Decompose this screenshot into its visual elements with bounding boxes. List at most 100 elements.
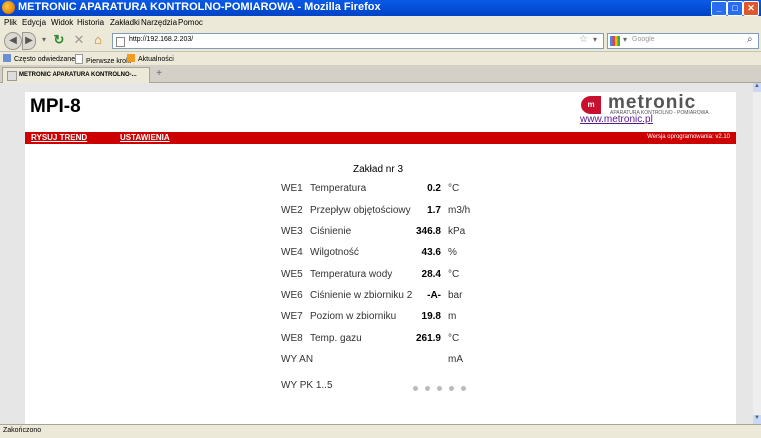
logo-mark: m <box>581 96 601 114</box>
analog-output-row: WY AN mA <box>281 354 581 368</box>
bookmark-label: Często odwiedzane <box>14 56 76 63</box>
bookmark-label: Pierwsze kroki <box>86 58 132 65</box>
channel-name: Temp. gazu <box>310 333 362 344</box>
nav-bar: RYSUJ TREND USTAWIENIA Wersja oprogramow… <box>25 132 736 144</box>
relay-indicator-4 <box>449 386 454 391</box>
maximize-button[interactable]: □ <box>727 1 743 16</box>
channel-unit: m <box>448 311 457 322</box>
menu-item-widok[interactable]: Widok <box>51 18 73 27</box>
channel-unit: bar <box>448 290 463 301</box>
analog-output-label: WY AN <box>281 354 314 365</box>
channel-value: 261.9 <box>415 333 441 344</box>
channel-id: WE5 <box>281 269 303 280</box>
vertical-scrollbar[interactable]: ▲ ▼ <box>753 83 761 424</box>
home-icon[interactable]: ⌂ <box>90 32 106 48</box>
minimize-button[interactable]: _ <box>711 1 727 16</box>
channel-value: 19.8 <box>421 311 441 322</box>
nav-settings-link[interactable]: USTAWIENIA <box>120 133 170 142</box>
window-title: METRONIC APARATURA KONTROLNO-POMIAROWA -… <box>18 1 381 13</box>
search-engine-dropdown-icon[interactable]: ▾ <box>623 35 627 44</box>
input-row: WE3 Ciśnienie 346.8 kPa <box>281 226 581 240</box>
browser-content: MPI-8 m metronic APARATURA KONTROLNO - P… <box>0 83 753 424</box>
forward-arrow-icon: ▶ <box>25 35 33 46</box>
close-button[interactable]: ✕ <box>743 1 759 16</box>
new-tab-button[interactable]: + <box>152 68 166 80</box>
relay-indicator-5 <box>461 386 466 391</box>
relay-indicator-2 <box>425 386 430 391</box>
firefox-icon <box>2 1 15 14</box>
bookmarks-toolbar: Często odwiedzane Pierwsze kroki Aktualn… <box>0 52 761 65</box>
bookmark-frequent[interactable]: Często odwiedzane <box>3 54 75 63</box>
input-row: WE6 Ciśnienie w zbiorniku 2 -A- bar <box>281 290 581 304</box>
status-text: Zakończono <box>3 427 42 434</box>
navigation-toolbar: ◀ ▶ ▾ ↻ ✕ ⌂ http://192.168.2.203/ ☆ ▾ ▾ … <box>0 29 761 52</box>
analog-output-unit: mA <box>448 354 463 365</box>
tab-bar: METRONIC APARATURA KONTROLNO-... + <box>0 65 761 83</box>
menu-item-pomoc[interactable]: Pomoc <box>178 18 203 27</box>
page-icon <box>116 37 125 47</box>
bookmark-first-steps[interactable]: Pierwsze kroki <box>75 54 131 65</box>
relay-output-label: WY PK 1..5 <box>281 380 333 391</box>
channel-name: Temperatura <box>310 183 367 194</box>
bookmark-label: Aktualności <box>138 56 174 63</box>
page-icon <box>7 71 17 81</box>
history-dropdown-icon[interactable]: ▾ <box>36 32 52 48</box>
channel-unit: kPa <box>448 226 466 237</box>
menu-item-edycja[interactable]: Edycja <box>22 18 46 27</box>
rss-icon <box>127 54 135 62</box>
input-row: WE2 Przepływ objętościowy 1.7 m3/h <box>281 205 581 219</box>
channel-name: Temperatura wody <box>310 269 393 280</box>
bookmark-star-icon[interactable]: ☆ <box>579 34 588 45</box>
channel-id: WE4 <box>281 247 303 258</box>
channel-name: Wilgotność <box>310 247 359 258</box>
search-box[interactable]: ▾ Google ⌕ <box>607 33 759 49</box>
page-icon <box>75 54 83 64</box>
website-link[interactable]: www.metronic.pl <box>580 114 653 125</box>
page-title: MPI-8 <box>30 96 81 117</box>
input-row: WE5 Temperatura wody 28.4 °C <box>281 269 581 283</box>
channel-unit: °C <box>448 333 460 344</box>
url-dropdown-icon[interactable]: ▾ <box>593 35 597 44</box>
scroll-down-icon[interactable]: ▼ <box>753 415 761 424</box>
menu-item-plik[interactable]: Plik <box>4 18 17 27</box>
forward-button[interactable]: ▶ <box>22 32 36 50</box>
channel-value: 346.8 <box>415 226 441 237</box>
channel-id: WE2 <box>281 205 303 216</box>
plant-label: Zakład nr 3 <box>353 164 404 175</box>
menu-item-zakladki[interactable]: Zakładki <box>110 18 140 27</box>
nav-draw-trend-link[interactable]: RYSUJ TREND <box>31 133 87 142</box>
channel-name: Ciśnienie <box>310 226 352 237</box>
input-row: WE7 Poziom w zbiorniku 19.8 m <box>281 311 581 325</box>
search-icon[interactable]: ⌕ <box>747 34 753 45</box>
tab-label: METRONIC APARATURA KONTROLNO-... <box>19 72 137 78</box>
bookmark-news[interactable]: Aktualności <box>127 54 174 63</box>
bookmark-folder-icon <box>3 54 11 62</box>
tab-metronic[interactable]: METRONIC APARATURA KONTROLNO-... <box>2 67 150 83</box>
address-bar[interactable]: http://192.168.2.203/ ☆ ▾ <box>112 33 604 49</box>
channel-unit: m3/h <box>448 205 471 216</box>
scroll-up-icon[interactable]: ▲ <box>753 83 761 92</box>
menu-bar: Plik Edycja Widok Historia Zakładki Narz… <box>0 16 761 29</box>
menu-item-historia[interactable]: Historia <box>77 18 104 27</box>
reload-icon[interactable]: ↻ <box>51 32 67 48</box>
relay-indicator-3 <box>437 386 442 391</box>
relay-indicator-1 <box>413 386 418 391</box>
stop-icon[interactable]: ✕ <box>71 32 87 48</box>
channel-value: 1.7 <box>427 205 441 216</box>
status-bar: Zakończono <box>0 424 761 438</box>
device-page: MPI-8 m metronic APARATURA KONTROLNO - P… <box>25 92 736 424</box>
channel-value: -A- <box>427 290 441 301</box>
software-version: Wersja oprogramowania: v2.10 <box>647 134 730 140</box>
url-text: http://192.168.2.203/ <box>129 36 194 43</box>
back-arrow-icon: ◀ <box>9 35 17 46</box>
window-titlebar: METRONIC APARATURA KONTROLNO-POMIAROWA -… <box>0 0 761 16</box>
input-row: WE4 Wilgotność 43.6 % <box>281 247 581 261</box>
menu-item-narzedzia[interactable]: Narzędzia <box>141 18 177 27</box>
relay-output-row: WY PK 1..5 <box>281 380 581 394</box>
search-placeholder: Google <box>632 36 655 43</box>
channel-value: 0.2 <box>427 183 441 194</box>
input-row: WE1 Temperatura 0.2 °C <box>281 183 581 197</box>
channel-unit: % <box>448 247 457 258</box>
relay-indicators <box>413 383 473 394</box>
back-button[interactable]: ◀ <box>4 32 22 50</box>
